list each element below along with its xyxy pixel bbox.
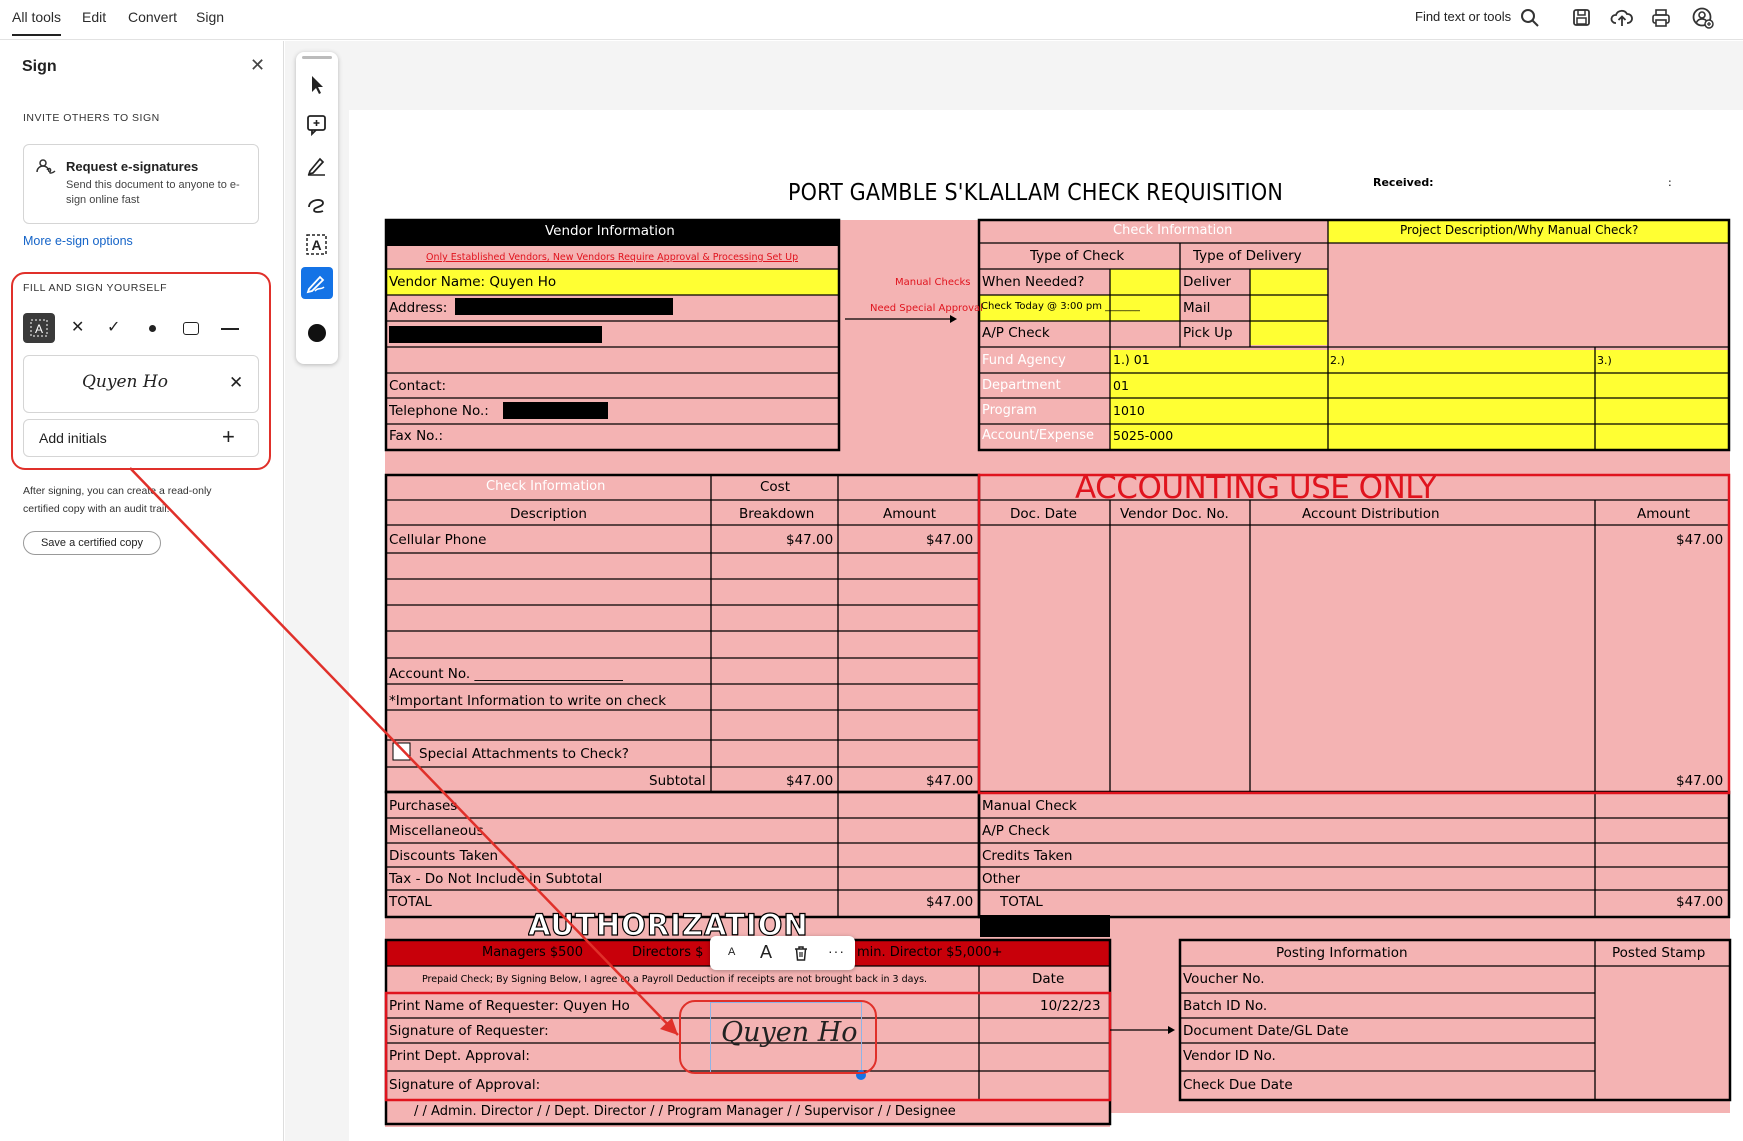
vendor-doc-no-header: Vendor Doc. No.: [1120, 506, 1229, 522]
tax-line: Tax - Do Not Include in Subtotal: [389, 871, 603, 887]
doc-date-header: Doc. Date: [1010, 506, 1077, 522]
breakdown-header: Breakdown: [739, 506, 815, 522]
fax-label: Fax No.:: [389, 428, 444, 444]
amount2-header: Amount: [1637, 506, 1691, 522]
document-date-gl: Document Date/GL Date: [1183, 1023, 1349, 1039]
account-expense-label: Account/Expense: [982, 428, 1095, 443]
received-colon: :: [1668, 176, 1672, 189]
fund-agency-label: Fund Agency: [982, 353, 1066, 368]
important-info: *Important Information to write on check: [389, 693, 667, 709]
accounting-total: $47.00: [1676, 894, 1724, 910]
discounts-taken: Discounts Taken: [389, 848, 499, 864]
type-check-header: Type of Check: [1030, 248, 1125, 264]
signature-approval-label: Signature of Approval:: [389, 1077, 541, 1093]
when-needed: When Needed?: [982, 274, 1085, 290]
manual-checks-note: Manual Checks: [895, 277, 971, 288]
telephone-label: Telephone No.:: [389, 403, 489, 419]
signature-requester-label: Signature of Requester:: [389, 1023, 549, 1039]
account-no: Account No. ______________________: [389, 666, 624, 682]
posting-info-header: Posting Information: [1276, 945, 1408, 961]
ap-check: A/P Check: [982, 325, 1050, 341]
accounting-amount: $47.00: [1676, 532, 1724, 548]
special-attachments: Special Attachments to Check?: [419, 746, 629, 762]
fund-3: 3.): [1597, 354, 1612, 367]
fund-2: 2.): [1330, 354, 1345, 367]
form-background: [384, 218, 1732, 1141]
check-due-date: Check Due Date: [1183, 1077, 1293, 1093]
account-distribution-header: Account Distribution: [1302, 506, 1440, 522]
mail: Mail: [1183, 300, 1211, 316]
accounting-use-only: ACCOUNTING USE ONLY: [1075, 470, 1437, 506]
contact-label: Contact:: [389, 378, 447, 394]
directors-limit: Directors $: [632, 945, 704, 960]
signature-highlight-box: [679, 1000, 877, 1074]
ap-check-2: A/P Check: [982, 823, 1050, 839]
accounting-subtotal: $47.00: [1676, 773, 1724, 789]
credits-taken: Credits Taken: [982, 848, 1073, 864]
fund-1: 1.) 01: [1113, 352, 1150, 367]
more-options-icon[interactable]: ···: [828, 943, 845, 959]
total-label: TOTAL: [389, 894, 432, 910]
program-label: Program: [982, 403, 1037, 418]
subtotal-label: Subtotal: [649, 773, 706, 789]
date-header: Date: [1032, 971, 1065, 987]
breakdown-amount: $47.00: [786, 532, 834, 548]
deliver: Deliver: [1183, 274, 1232, 290]
approval-roles: / / Admin. Director / / Dept. Director /…: [414, 1104, 956, 1119]
print-dept-approval: Print Dept. Approval:: [389, 1048, 530, 1064]
vendor-info-header: Vendor Information: [545, 223, 675, 239]
purchases: Purchases: [389, 798, 458, 814]
total-amount: $47.00: [926, 894, 974, 910]
subtotal-amount: $47.00: [926, 773, 974, 789]
received-label: Received:: [1373, 176, 1434, 189]
cellular-phone: Cellular Phone: [389, 532, 487, 548]
description-header: Description: [510, 506, 587, 522]
amount-header: Amount: [883, 506, 937, 522]
signature-toolbar: A A ···: [710, 936, 855, 970]
batch-id-no: Batch ID No.: [1183, 998, 1268, 1014]
check-info-header: Check Information: [1113, 223, 1233, 238]
type-delivery-header: Type of Delivery: [1193, 248, 1302, 264]
pick-up: Pick Up: [1183, 325, 1233, 341]
check-today: Check Today @ 3:00 pm _______: [981, 301, 1141, 312]
increase-size-icon[interactable]: A: [760, 942, 772, 963]
managers-limit: Managers $500: [482, 945, 583, 960]
miscellaneous: Miscellaneous: [389, 823, 484, 839]
vendor-name: Vendor Name: Quyen Ho: [389, 274, 557, 290]
total2-label: TOTAL: [1000, 894, 1043, 910]
posted-stamp-header: Posted Stamp: [1612, 945, 1706, 961]
manual-check: Manual Check: [982, 798, 1077, 814]
vendor-id-no: Vendor ID No.: [1183, 1048, 1276, 1064]
project-desc-header: Project Description/Why Manual Check?: [1400, 223, 1639, 237]
address-label: Address:: [389, 300, 448, 316]
prepaid-note: Prepaid Check; By Signing Below, I agree…: [422, 974, 928, 985]
admin-director-limit: min. Director $5,000+: [857, 945, 1003, 960]
need-special-approval-note: Need Special Approval: [870, 303, 983, 314]
department-label: Department: [982, 378, 1061, 393]
other: Other: [982, 871, 1021, 887]
trash-icon[interactable]: [792, 944, 810, 962]
department-value: 01: [1113, 378, 1129, 393]
program-value: 1010: [1113, 403, 1145, 418]
date-value: 10/22/23: [1040, 998, 1101, 1014]
print-name-requester: Print Name of Requester: Quyen Ho: [389, 998, 630, 1014]
subtotal-breakdown: $47.00: [786, 773, 834, 789]
voucher-no: Voucher No.: [1183, 971, 1265, 987]
account-value: 5025-000: [1113, 428, 1174, 443]
line-amount: $47.00: [926, 532, 974, 548]
check-info2-header: Check Information: [486, 479, 606, 494]
cost-header: Cost: [760, 479, 791, 495]
decrease-size-icon[interactable]: A: [728, 946, 735, 958]
vendor-note: Only Established Vendors, New Vendors Re…: [426, 252, 799, 263]
form-title: PORT GAMBLE S'KLALLAM CHECK REQUISITION: [788, 180, 1284, 206]
